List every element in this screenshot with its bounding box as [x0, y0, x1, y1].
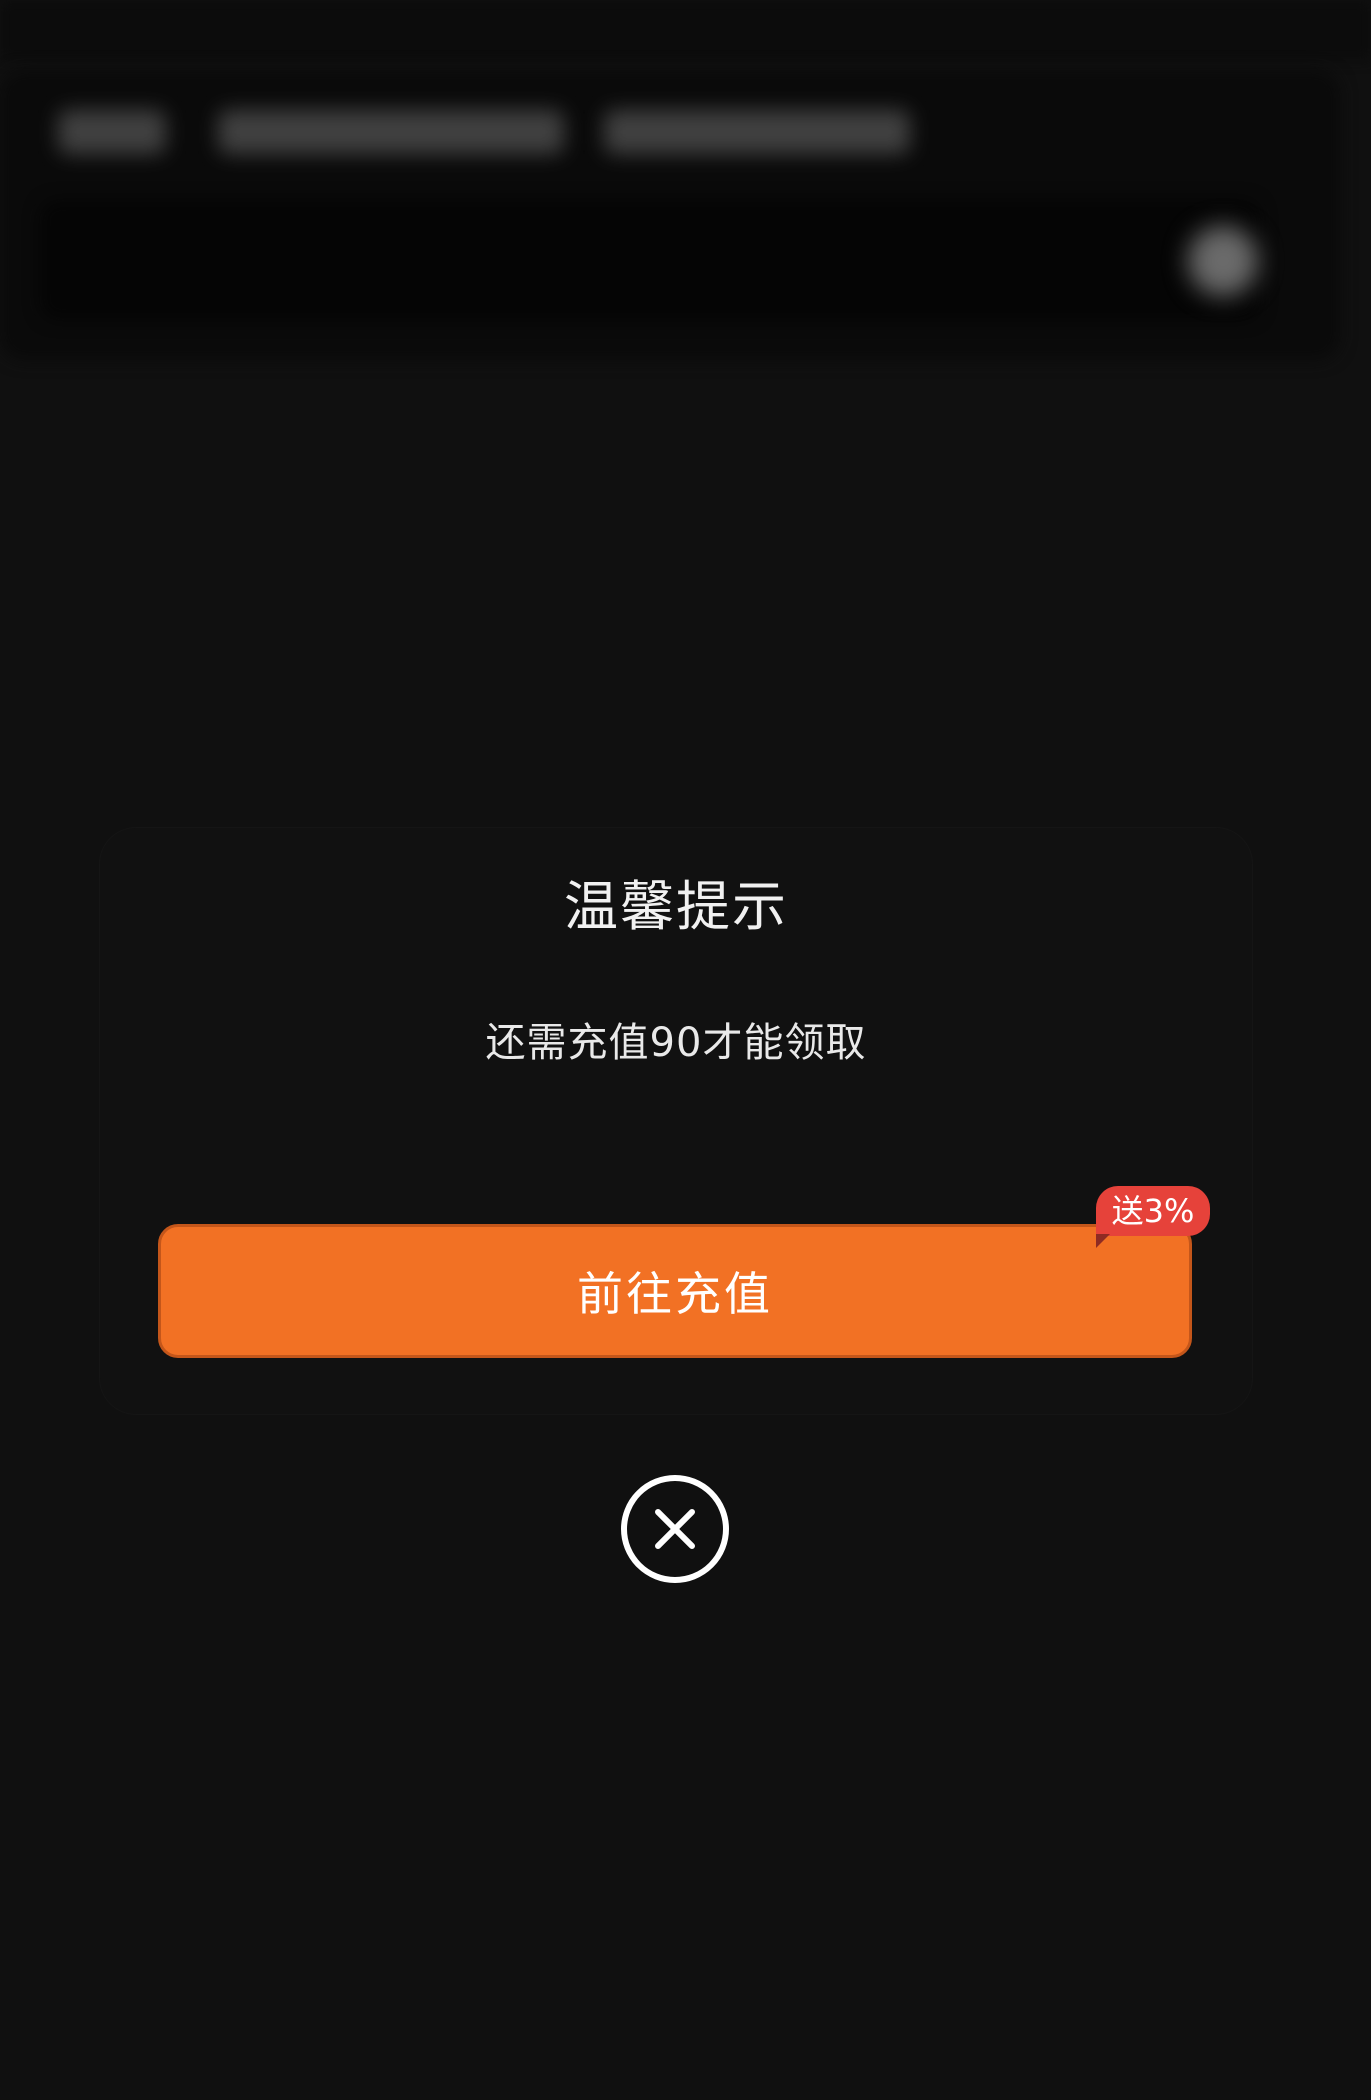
blurred-avatar: [1188, 226, 1258, 296]
promo-badge: 送3%: [1096, 1186, 1210, 1236]
dialog-title: 温馨提示: [564, 875, 788, 938]
blurred-title: [218, 110, 564, 154]
promo-badge-tail: [1096, 1234, 1110, 1248]
go-recharge-button[interactable]: 前往充值: [158, 1224, 1192, 1358]
go-recharge-button-label: 前往充值: [577, 1267, 773, 1321]
blurred-label: [58, 110, 166, 154]
dialog-message: 还需充值90才能领取: [485, 1020, 867, 1066]
blurred-row: [40, 200, 1260, 320]
background-header: [0, 0, 1371, 60]
blurred-subtitle: [604, 110, 910, 154]
close-circle-icon: [621, 1475, 729, 1583]
close-button[interactable]: [620, 1474, 730, 1584]
